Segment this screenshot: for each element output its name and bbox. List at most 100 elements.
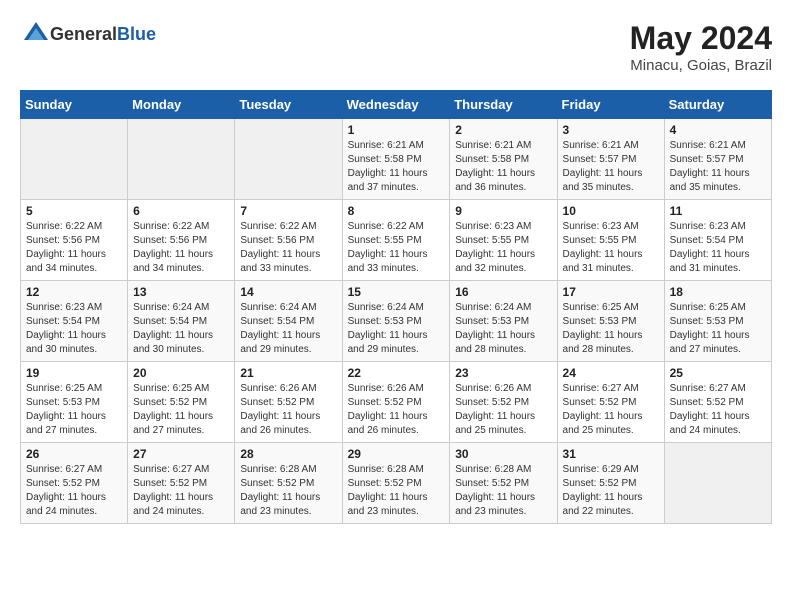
calendar-week-row: 26 Sunrise: 6:27 AM Sunset: 5:52 PM Dayli… <box>21 443 772 524</box>
day-number: 5 <box>26 204 122 218</box>
day-number: 10 <box>563 204 659 218</box>
day-info: Sunrise: 6:25 AM Sunset: 5:53 PM Dayligh… <box>563 301 659 357</box>
day-number: 16 <box>455 285 551 299</box>
day-number: 7 <box>240 204 336 218</box>
calendar-cell: 30Sunrise: 6:28 AM Sunset: 5:52 PM Dayli… <box>450 443 557 524</box>
logo: GeneralBlue <box>20 20 156 48</box>
calendar-cell: 11 Sunrise: 6:23 AM Sunset: 5:54 PM Dayli… <box>664 200 771 281</box>
calendar-cell: 3 Sunrise: 6:21 AM Sunset: 5:57 PM Daylig… <box>557 119 664 200</box>
calendar-cell: 2 Sunrise: 6:21 AM Sunset: 5:58 PM Daylig… <box>450 119 557 200</box>
day-number: 1 <box>348 123 445 137</box>
calendar-cell: 13Sunrise: 6:24 AM Sunset: 5:54 PM Dayli… <box>128 281 235 362</box>
day-number: 22 <box>348 366 445 380</box>
day-info: Sunrise: 6:22 AM Sunset: 5:56 PM Dayligh… <box>240 220 336 276</box>
calendar-header-row: Sunday Monday Tuesday Wednesday Thursday… <box>21 91 772 119</box>
title-block: May 2024 Minacu, Goias, Brazil <box>630 20 772 74</box>
day-info: Sunrise: 6:27 AM Sunset: 5:52 PM Dayligh… <box>26 463 122 519</box>
header-friday: Friday <box>557 91 664 119</box>
calendar-cell: 21Sunrise: 6:26 AM Sunset: 5:52 PM Dayli… <box>235 362 342 443</box>
calendar-cell: 5 Sunrise: 6:22 AM Sunset: 5:56 PM Daylig… <box>21 200 128 281</box>
calendar-cell: 18 Sunrise: 6:25 AM Sunset: 5:53 PM Dayli… <box>664 281 771 362</box>
day-number: 14 <box>240 285 336 299</box>
day-number: 30 <box>455 447 551 461</box>
logo-general-text: General <box>50 24 117 44</box>
calendar-cell <box>235 119 342 200</box>
day-number: 27 <box>133 447 229 461</box>
calendar-cell: 23 Sunrise: 6:26 AM Sunset: 5:52 PM Dayli… <box>450 362 557 443</box>
calendar-cell: 20 Sunrise: 6:25 AM Sunset: 5:52 PM Dayli… <box>128 362 235 443</box>
day-number: 23 <box>455 366 551 380</box>
calendar-cell: 14 Sunrise: 6:24 AM Sunset: 5:54 PM Dayli… <box>235 281 342 362</box>
calendar-cell: 16 Sunrise: 6:24 AM Sunset: 5:53 PM Dayli… <box>450 281 557 362</box>
day-info: Sunrise: 6:21 AM Sunset: 5:57 PM Dayligh… <box>563 139 659 195</box>
day-number: 17 <box>563 285 659 299</box>
day-info: Sunrise: 6:27 AM Sunset: 5:52 PM Dayligh… <box>563 382 659 438</box>
location-subtitle: Minacu, Goias, Brazil <box>630 57 772 74</box>
day-number: 11 <box>670 204 766 218</box>
page-header: GeneralBlue May 2024 Minacu, Goias, Braz… <box>20 20 772 74</box>
calendar-cell <box>664 443 771 524</box>
day-info: Sunrise: 6:25 AM Sunset: 5:53 PM Dayligh… <box>26 382 122 438</box>
day-number: 6 <box>133 204 229 218</box>
calendar-cell <box>128 119 235 200</box>
day-number: 25 <box>670 366 766 380</box>
day-number: 28 <box>240 447 336 461</box>
calendar-cell: 19 Sunrise: 6:25 AM Sunset: 5:53 PM Dayli… <box>21 362 128 443</box>
header-tuesday: Tuesday <box>235 91 342 119</box>
day-info: Sunrise: 6:26 AM Sunset: 5:52 PM Dayligh… <box>455 382 551 438</box>
calendar-week-row: 12Sunrise: 6:23 AM Sunset: 5:54 PM Dayli… <box>21 281 772 362</box>
day-number: 20 <box>133 366 229 380</box>
calendar-week-row: 1 Sunrise: 6:21 AM Sunset: 5:58 PM Daylig… <box>21 119 772 200</box>
day-info: Sunrise: 6:22 AM Sunset: 5:55 PM Dayligh… <box>348 220 445 276</box>
calendar-cell: 12Sunrise: 6:23 AM Sunset: 5:54 PM Dayli… <box>21 281 128 362</box>
day-number: 19 <box>26 366 122 380</box>
day-number: 15 <box>348 285 445 299</box>
calendar-cell: 29 Sunrise: 6:28 AM Sunset: 5:52 PM Dayli… <box>342 443 450 524</box>
calendar-table: Sunday Monday Tuesday Wednesday Thursday… <box>20 90 772 524</box>
day-number: 8 <box>348 204 445 218</box>
day-number: 2 <box>455 123 551 137</box>
day-info: Sunrise: 6:24 AM Sunset: 5:53 PM Dayligh… <box>455 301 551 357</box>
month-year-title: May 2024 <box>630 20 772 57</box>
calendar-cell: 17 Sunrise: 6:25 AM Sunset: 5:53 PM Dayli… <box>557 281 664 362</box>
day-info: Sunrise: 6:26 AM Sunset: 5:52 PM Dayligh… <box>348 382 445 438</box>
calendar-cell: 15Sunrise: 6:24 AM Sunset: 5:53 PM Dayli… <box>342 281 450 362</box>
day-info: Sunrise: 6:25 AM Sunset: 5:52 PM Dayligh… <box>133 382 229 438</box>
calendar-cell: 4Sunrise: 6:21 AM Sunset: 5:57 PM Daylig… <box>664 119 771 200</box>
header-thursday: Thursday <box>450 91 557 119</box>
day-number: 9 <box>455 204 551 218</box>
calendar-cell: 7 Sunrise: 6:22 AM Sunset: 5:56 PM Daylig… <box>235 200 342 281</box>
calendar-cell: 28Sunrise: 6:28 AM Sunset: 5:52 PM Dayli… <box>235 443 342 524</box>
day-info: Sunrise: 6:23 AM Sunset: 5:54 PM Dayligh… <box>26 301 122 357</box>
calendar-cell: 24 Sunrise: 6:27 AM Sunset: 5:52 PM Dayli… <box>557 362 664 443</box>
day-info: Sunrise: 6:21 AM Sunset: 5:58 PM Dayligh… <box>455 139 551 195</box>
calendar-cell: 1 Sunrise: 6:21 AM Sunset: 5:58 PM Daylig… <box>342 119 450 200</box>
calendar-cell: 26 Sunrise: 6:27 AM Sunset: 5:52 PM Dayli… <box>21 443 128 524</box>
day-number: 3 <box>563 123 659 137</box>
day-number: 18 <box>670 285 766 299</box>
day-number: 24 <box>563 366 659 380</box>
day-info: Sunrise: 6:24 AM Sunset: 5:54 PM Dayligh… <box>240 301 336 357</box>
calendar-week-row: 19 Sunrise: 6:25 AM Sunset: 5:53 PM Dayli… <box>21 362 772 443</box>
calendar-cell: 8 Sunrise: 6:22 AM Sunset: 5:55 PM Daylig… <box>342 200 450 281</box>
header-monday: Monday <box>128 91 235 119</box>
calendar-cell: 6Sunrise: 6:22 AM Sunset: 5:56 PM Daylig… <box>128 200 235 281</box>
day-number: 31 <box>563 447 659 461</box>
day-number: 29 <box>348 447 445 461</box>
day-info: Sunrise: 6:23 AM Sunset: 5:54 PM Dayligh… <box>670 220 766 276</box>
calendar-cell: 22 Sunrise: 6:26 AM Sunset: 5:52 PM Dayli… <box>342 362 450 443</box>
day-info: Sunrise: 6:22 AM Sunset: 5:56 PM Dayligh… <box>26 220 122 276</box>
calendar-cell <box>21 119 128 200</box>
calendar-cell: 9 Sunrise: 6:23 AM Sunset: 5:55 PM Daylig… <box>450 200 557 281</box>
day-info: Sunrise: 6:23 AM Sunset: 5:55 PM Dayligh… <box>455 220 551 276</box>
day-info: Sunrise: 6:26 AM Sunset: 5:52 PM Dayligh… <box>240 382 336 438</box>
day-info: Sunrise: 6:28 AM Sunset: 5:52 PM Dayligh… <box>348 463 445 519</box>
day-info: Sunrise: 6:21 AM Sunset: 5:57 PM Dayligh… <box>670 139 766 195</box>
day-info: Sunrise: 6:27 AM Sunset: 5:52 PM Dayligh… <box>670 382 766 438</box>
day-info: Sunrise: 6:21 AM Sunset: 5:58 PM Dayligh… <box>348 139 445 195</box>
logo-blue-text: Blue <box>117 24 156 44</box>
day-info: Sunrise: 6:25 AM Sunset: 5:53 PM Dayligh… <box>670 301 766 357</box>
day-number: 26 <box>26 447 122 461</box>
calendar-cell: 27Sunrise: 6:27 AM Sunset: 5:52 PM Dayli… <box>128 443 235 524</box>
header-wednesday: Wednesday <box>342 91 450 119</box>
